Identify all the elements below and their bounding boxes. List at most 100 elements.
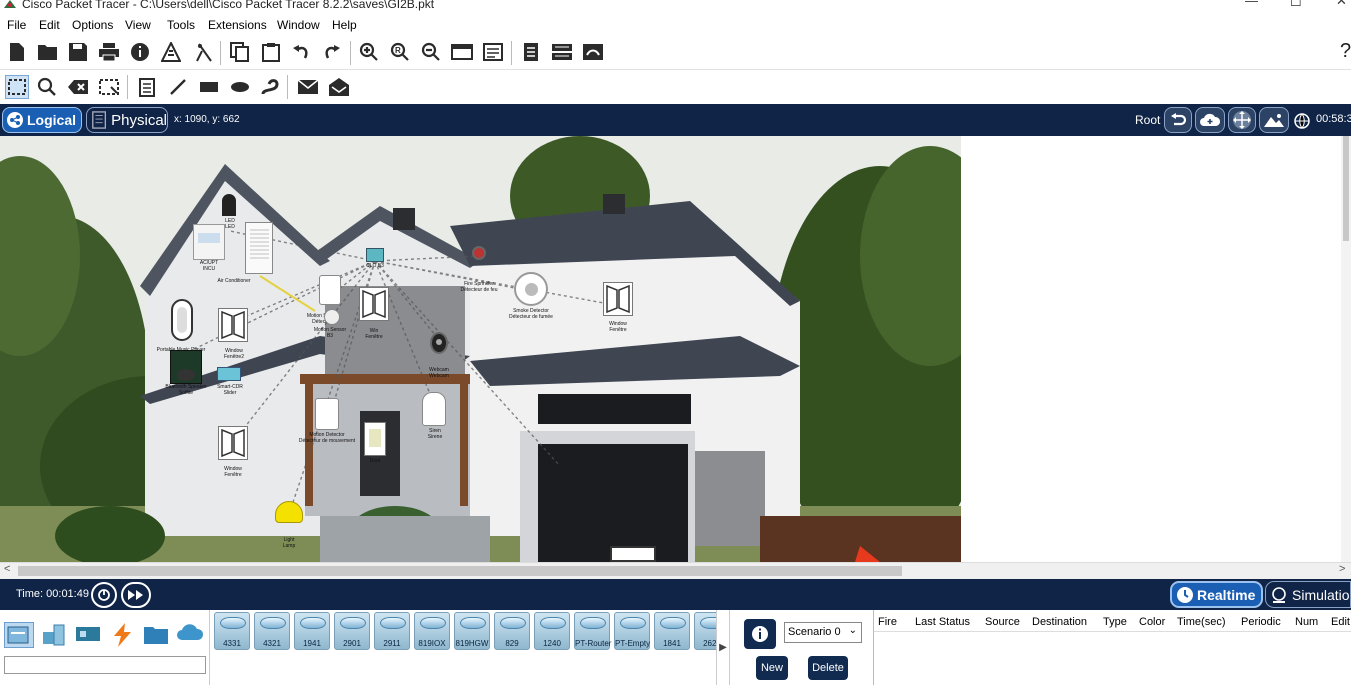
paste-icon[interactable]	[260, 41, 282, 63]
print-icon[interactable]	[98, 41, 120, 63]
close-icon[interactable]: ✕	[1336, 0, 1347, 7]
led-device-icon[interactable]	[222, 194, 236, 216]
scroll-thumb[interactable]	[18, 566, 902, 576]
new-scenario-button[interactable]: New	[756, 656, 788, 680]
save-icon[interactable]	[67, 41, 89, 63]
window-left-lower-icon[interactable]	[218, 426, 248, 460]
panel-expand-icon[interactable]: ▶	[716, 610, 730, 685]
realtime-mode-button[interactable]: Realtime	[1170, 581, 1263, 608]
smoke-detector-icon[interactable]	[514, 272, 548, 306]
column-edit[interactable]: Edit	[1331, 616, 1350, 628]
siren-icon[interactable]	[422, 392, 446, 426]
column-destination[interactable]: Destination	[1032, 616, 1087, 628]
move-object-button[interactable]	[1228, 107, 1256, 133]
pdu-info-button[interactable]	[744, 619, 776, 649]
help-icon[interactable]: ?	[1340, 40, 1351, 63]
garage-door-device-icon[interactable]	[610, 546, 656, 562]
device-pt-router[interactable]: PT-Router	[574, 612, 611, 650]
new-cluster-button[interactable]	[1195, 107, 1225, 133]
column-last-status[interactable]: Last Status	[915, 616, 970, 628]
air-conditioner-icon[interactable]	[245, 222, 273, 274]
set-background-button[interactable]	[1259, 107, 1289, 133]
webcam-icon[interactable]	[430, 332, 448, 354]
undo-icon[interactable]	[290, 41, 312, 63]
new-icon[interactable]	[6, 41, 28, 63]
column-num[interactable]: Num	[1295, 616, 1318, 628]
tab-physical[interactable]: Physical	[86, 107, 168, 133]
column-time[interactable]: Time(sec)	[1177, 616, 1225, 628]
misc-icon[interactable]	[142, 622, 172, 648]
motion-sensor-upper-icon[interactable]	[319, 275, 341, 305]
inspect-icon[interactable]	[36, 76, 58, 98]
rectangle-icon[interactable]	[198, 76, 220, 98]
viewport-button[interactable]	[1292, 107, 1314, 133]
network-devices-icon[interactable]	[4, 622, 34, 648]
select-icon[interactable]	[5, 75, 29, 99]
scenario-select[interactable]: Scenario 0 ⌄	[784, 622, 862, 643]
open-icon[interactable]	[37, 41, 59, 63]
connections-icon[interactable]	[108, 622, 138, 648]
device-829[interactable]: 829	[494, 612, 530, 650]
column-color[interactable]: Color	[1139, 616, 1165, 628]
menu-window[interactable]: Window	[277, 18, 320, 32]
device-1240[interactable]: 1240	[534, 612, 570, 650]
window-left-upper-icon[interactable]	[218, 308, 248, 342]
portable-music-icon[interactable]	[171, 299, 193, 341]
motion-sensor-small-icon[interactable]	[324, 309, 340, 325]
activity-wizard-icon[interactable]	[192, 41, 214, 63]
window-right-icon[interactable]	[603, 282, 633, 316]
bluetooth-speaker-icon[interactable]	[170, 350, 202, 384]
device-819hgw[interactable]: 819HGW	[454, 612, 490, 650]
zoom-out-icon[interactable]	[420, 41, 442, 63]
add-complex-pdu-icon[interactable]	[328, 76, 350, 98]
freeform-icon[interactable]	[259, 76, 281, 98]
fast-forward-button[interactable]	[121, 582, 151, 608]
column-source[interactable]: Source	[985, 616, 1020, 628]
menu-options[interactable]: Options	[72, 18, 113, 32]
minimize-icon[interactable]: —	[1245, 0, 1258, 7]
menu-tools[interactable]: Tools	[167, 18, 195, 32]
resize-icon[interactable]	[98, 76, 120, 98]
end-devices-icon[interactable]	[40, 622, 70, 648]
redo-icon[interactable]	[321, 41, 343, 63]
tab-logical[interactable]: Logical	[2, 107, 82, 133]
root-label[interactable]: Root	[1135, 113, 1160, 127]
window-center-icon[interactable]	[359, 287, 389, 321]
light-icon[interactable]	[275, 501, 303, 523]
device-2620[interactable]: 2620	[694, 612, 716, 650]
activity-wizard-icon[interactable]	[160, 41, 182, 63]
device-1841[interactable]: 1841	[654, 612, 690, 650]
scroll-left-icon[interactable]: <	[4, 563, 10, 575]
cluster-icon[interactable]	[582, 41, 604, 63]
notes-icon[interactable]	[520, 41, 542, 63]
delete-scenario-button[interactable]: Delete	[808, 656, 848, 680]
device-2901[interactable]: 2901	[334, 612, 370, 650]
menu-file[interactable]: File	[7, 18, 26, 32]
drawing-palette-icon[interactable]	[451, 41, 473, 63]
ac-switch-icon[interactable]	[193, 224, 225, 260]
device-4321[interactable]: 4321	[254, 612, 290, 650]
menu-edit[interactable]: Edit	[39, 18, 60, 32]
device-1941[interactable]: 1941	[294, 612, 330, 650]
menu-help[interactable]: Help	[332, 18, 357, 32]
back-button[interactable]	[1164, 107, 1192, 133]
fire-sprinkler-icon[interactable]	[472, 246, 486, 260]
note-icon[interactable]	[136, 76, 158, 98]
delete-icon[interactable]	[67, 76, 89, 98]
ellipse-icon[interactable]	[229, 76, 251, 98]
device-4331[interactable]: 4331	[214, 612, 250, 650]
motion-detector-icon[interactable]	[315, 398, 339, 430]
menu-extensions[interactable]: Extensions	[208, 18, 267, 32]
device-819iox[interactable]: 819IOX	[414, 612, 450, 650]
viewport-icon[interactable]	[551, 41, 573, 63]
custom-devices-icon[interactable]	[482, 41, 504, 63]
zoom-in-icon[interactable]	[358, 41, 380, 63]
power-cycle-button[interactable]	[91, 582, 117, 608]
simulation-mode-button[interactable]: Simulation	[1265, 581, 1351, 608]
components-icon[interactable]	[74, 622, 104, 648]
home-gateway-icon[interactable]	[366, 248, 384, 262]
door-icon[interactable]	[364, 422, 386, 456]
multiuser-icon[interactable]	[176, 622, 206, 648]
column-fire[interactable]: Fire	[878, 616, 897, 628]
info-icon[interactable]	[129, 41, 151, 63]
